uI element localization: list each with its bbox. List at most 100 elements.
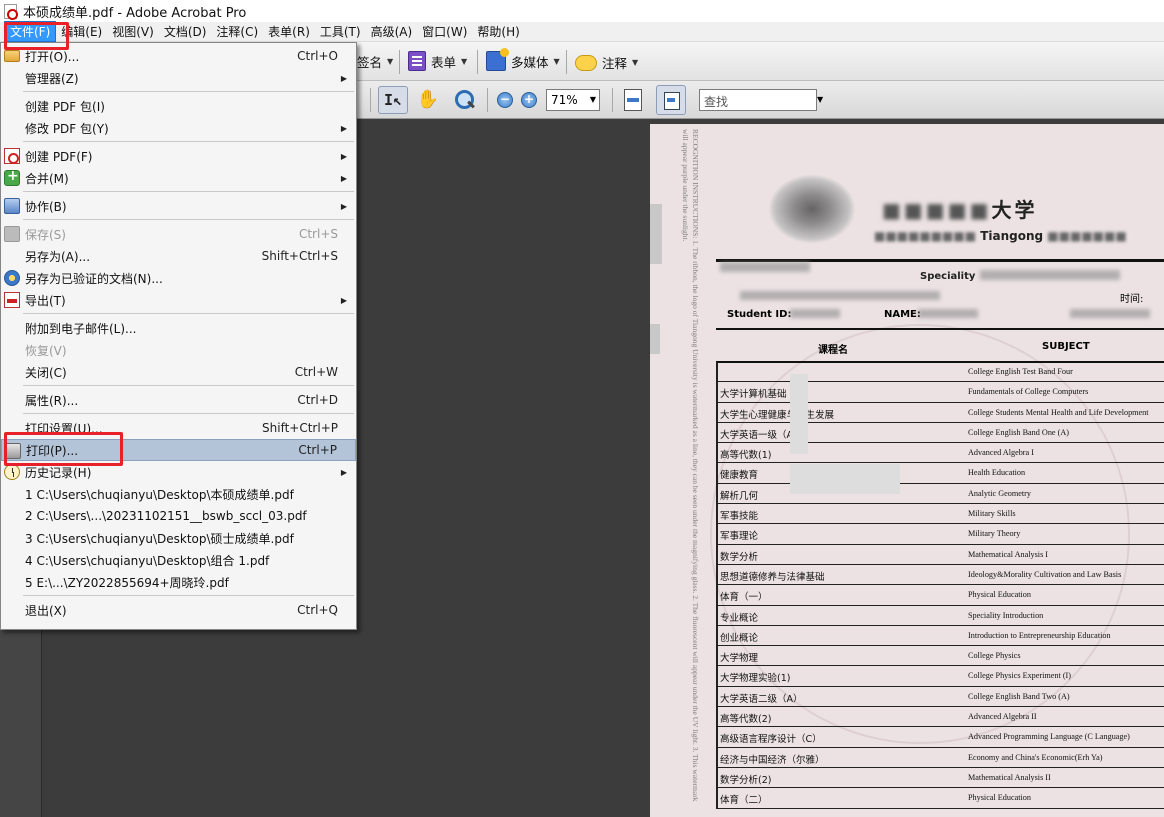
zoom-out-button[interactable]: − bbox=[497, 92, 513, 108]
recent-file-path: 4 C:\Users\chuqianyu\Desktop\组合 1.pdf bbox=[25, 553, 270, 568]
select-tool-button[interactable]: I↖ bbox=[378, 86, 408, 114]
header-rule bbox=[716, 328, 1164, 330]
menu-item-recent-file[interactable]: 1 C:\Users\chuqianyu\Desktop\本硕成绩单.pdf bbox=[1, 483, 356, 505]
zoom-level-dropdown[interactable]: 71% ▼ bbox=[546, 89, 600, 111]
menu-item-save-as[interactable]: 另存为(A)... Shift+Ctrl+S bbox=[1, 245, 356, 267]
menu-item-attach-email[interactable]: 附加到电子邮件(L)... bbox=[1, 317, 356, 339]
chevron-down-icon[interactable]: ▼ bbox=[817, 95, 823, 104]
menu-tools[interactable]: 工具(T) bbox=[315, 22, 366, 41]
table-row: 创业概论 Introduction to Entrepreneurship Edu… bbox=[716, 625, 1164, 647]
menu-window[interactable]: 窗口(W) bbox=[417, 22, 472, 41]
menu-item-create-package[interactable]: 创建 PDF 包(I) bbox=[1, 95, 356, 117]
table-row: 大学英语一级（A） College English Band One (A) bbox=[716, 422, 1164, 444]
export-icon bbox=[4, 292, 20, 308]
course-cn: 数学分析(2) bbox=[720, 774, 772, 786]
redaction-block bbox=[790, 464, 900, 494]
menu-item-save-certified[interactable]: 另存为已验证的文档(N)... bbox=[1, 267, 356, 289]
collaborate-icon bbox=[4, 198, 20, 214]
chevron-down-icon: ▼ bbox=[387, 57, 394, 66]
table-row: 经济与中国经济（尔雅） Economy and China's Economic(… bbox=[716, 747, 1164, 768]
menu-item-revert[interactable]: 恢复(V) bbox=[1, 339, 356, 361]
printer-icon bbox=[5, 443, 21, 459]
hand-icon: ✋ bbox=[416, 89, 440, 110]
menu-view[interactable]: 视图(V) bbox=[107, 22, 159, 41]
certified-ribbon-icon bbox=[4, 270, 20, 286]
menu-item-label: 退出(X) bbox=[25, 603, 67, 618]
course-en: Economy and China's Economic(Erh Ya) bbox=[968, 752, 1103, 762]
course-cn: 高级语言程序设计（C） bbox=[720, 734, 822, 746]
redaction-block bbox=[650, 324, 660, 354]
menu-forms[interactable]: 表单(R) bbox=[263, 22, 315, 41]
folder-open-icon bbox=[4, 50, 20, 62]
form-icon bbox=[408, 51, 426, 71]
plus-icon: + bbox=[523, 92, 535, 106]
submenu-arrow-icon: ▶ bbox=[340, 73, 347, 83]
menu-file[interactable]: 文件(F) bbox=[4, 21, 57, 42]
menu-item-create-pdf[interactable]: 创建 PDF(F) ▶ bbox=[1, 145, 356, 167]
menu-item-label: 创建 PDF 包(I) bbox=[25, 99, 105, 114]
table-row: 大学物理实验(1) College Physics Experiment (I) bbox=[716, 666, 1164, 687]
menu-item-collaborate[interactable]: 协作(B) ▶ bbox=[1, 195, 356, 217]
menu-item-open[interactable]: 打开(O)... Ctrl+O bbox=[1, 45, 356, 67]
find-input[interactable]: 查找 bbox=[699, 89, 817, 111]
menu-item-save[interactable]: 保存(S) Ctrl+S bbox=[1, 223, 356, 245]
menu-item-recent-file[interactable]: 3 C:\Users\chuqianyu\Desktop\硕士成绩单.pdf bbox=[1, 527, 356, 549]
comment-button[interactable]: 注释 ▼ bbox=[575, 53, 638, 72]
recent-file-path: 2 C:\Users\...\20231102151__bswb_sccl_03… bbox=[25, 509, 307, 523]
menu-item-exit[interactable]: 退出(X) Ctrl+Q bbox=[1, 599, 356, 621]
course-cn: 高等代数(2) bbox=[720, 714, 772, 726]
menu-item-close[interactable]: 关闭(C) Ctrl+W bbox=[1, 361, 356, 383]
hand-tool-button[interactable]: ✋ bbox=[416, 88, 440, 112]
shortcut-label: Shift+Ctrl+S bbox=[261, 249, 338, 263]
multimedia-button[interactable]: 多媒体 ▼ bbox=[486, 48, 560, 71]
menu-item-label: 修改 PDF 包(Y) bbox=[25, 121, 109, 136]
menu-advanced[interactable]: 高级(A) bbox=[366, 22, 418, 41]
menu-comments[interactable]: 注释(C) bbox=[211, 22, 263, 41]
text-cursor-icon: I↖ bbox=[383, 91, 403, 109]
table-row: 解析几何 Analytic Geometry bbox=[716, 483, 1164, 505]
fit-page-button[interactable] bbox=[656, 85, 686, 115]
course-en: Advanced Algebra I bbox=[968, 448, 1034, 458]
menu-item-label: 合并(M) bbox=[25, 171, 69, 186]
course-en: College English Test Band Four bbox=[968, 367, 1073, 376]
menu-item-print[interactable]: 打印(P)... Ctrl+P bbox=[1, 439, 356, 461]
course-cn: 健康教育 bbox=[720, 470, 759, 482]
table-row: 高级语言程序设计（C） Advanced Programming Language… bbox=[716, 727, 1164, 748]
menu-item-recent-file[interactable]: 2 C:\Users\...\20231102151__bswb_sccl_03… bbox=[1, 505, 356, 527]
course-cn: 数学分析 bbox=[720, 551, 759, 563]
menu-item-combine[interactable]: 合并(M) ▶ bbox=[1, 167, 356, 189]
menu-item-label: 关闭(C) bbox=[25, 365, 67, 380]
university-name-en: ■■■■■■■■■ Tiangong ■■■■■■■ bbox=[874, 229, 1127, 243]
menu-item-recent-file[interactable]: 5 E:\...\ZY2022855694+周晓玲.pdf bbox=[1, 571, 356, 593]
course-en: Military Skills bbox=[968, 509, 1016, 519]
menu-item-properties[interactable]: 属性(R)... Ctrl+D bbox=[1, 389, 356, 411]
menu-item-modify-package[interactable]: 修改 PDF 包(Y) ▶ bbox=[1, 117, 356, 139]
forms-button[interactable]: 表单 ▼ bbox=[408, 51, 467, 71]
course-en: Health Education bbox=[968, 468, 1026, 478]
menu-item-history[interactable]: 历史记录(H) ▶ bbox=[1, 461, 356, 483]
course-cn: 大学物理 bbox=[720, 653, 759, 665]
chevron-down-icon: ▼ bbox=[553, 56, 560, 66]
table-row: 数学分析 Mathematical Analysis I bbox=[716, 544, 1164, 565]
zoom-tool-button[interactable] bbox=[452, 88, 476, 112]
fit-width-button[interactable] bbox=[624, 89, 642, 111]
menu-help[interactable]: 帮助(H) bbox=[472, 22, 524, 41]
table-row: 体育（二） Physical Education bbox=[716, 788, 1164, 809]
shortcut-label: Ctrl+D bbox=[297, 393, 338, 407]
course-cn: 大学生心理健康与人生发展 bbox=[720, 409, 835, 421]
menu-document[interactable]: 文档(D) bbox=[159, 22, 212, 41]
table-row: 军事理论 Military Theory bbox=[716, 524, 1164, 545]
sign-button[interactable]: 签名 ▼ bbox=[357, 52, 393, 71]
zoom-in-button[interactable]: + bbox=[521, 92, 537, 108]
menu-item-organizer[interactable]: 管理器(Z) ▶ bbox=[1, 67, 356, 89]
shortcut-label: Ctrl+W bbox=[294, 365, 338, 379]
table-row: 数学分析(2) Mathematical Analysis II bbox=[716, 767, 1164, 789]
save-icon bbox=[4, 226, 20, 242]
table-row: 大学计算机基础 Fundamentals of College Computers bbox=[716, 382, 1164, 403]
course-en: Speciality Introduction bbox=[968, 610, 1044, 620]
menu-item-label: 另存为已验证的文档(N)... bbox=[25, 271, 163, 286]
menu-item-export[interactable]: 导出(T) ▶ bbox=[1, 289, 356, 311]
menu-item-recent-file[interactable]: 4 C:\Users\chuqianyu\Desktop\组合 1.pdf bbox=[1, 549, 356, 571]
menu-edit[interactable]: 编辑(E) bbox=[56, 22, 107, 41]
menu-item-print-setup[interactable]: 打印设置(U)... Shift+Ctrl+P bbox=[1, 417, 356, 439]
